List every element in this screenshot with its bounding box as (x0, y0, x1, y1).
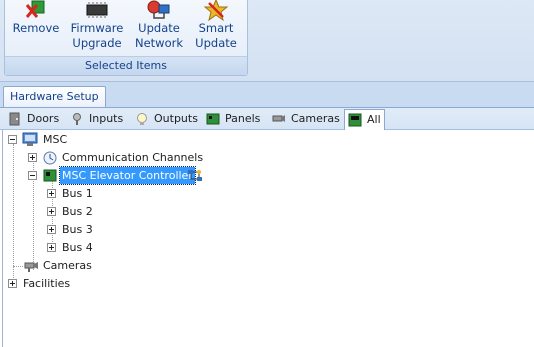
camera-icon (24, 262, 38, 272)
tab-panels[interactable]: Panels (206, 109, 260, 130)
expand-toggle[interactable] (47, 225, 56, 234)
expand-toggle[interactable] (8, 279, 17, 288)
network-icon (147, 0, 170, 19)
remove-icon (25, 0, 45, 18)
tree-connector (13, 266, 23, 267)
tab-outputs[interactable]: Outputs (135, 109, 198, 130)
update-network-button[interactable]: Update Network (133, 0, 185, 55)
expand-toggle[interactable] (47, 207, 56, 216)
tree-label-bus-2: Bus 2 (62, 205, 93, 218)
network-status-icon (188, 170, 202, 181)
tab-all[interactable]: All (344, 109, 385, 131)
panel-icon (206, 113, 220, 125)
document-tab-strip: Hardware Setup (0, 82, 534, 107)
all-icon (348, 113, 362, 127)
collapse-toggle[interactable] (28, 171, 37, 180)
expand-toggle[interactable] (47, 243, 56, 252)
remove-label: Remove (12, 21, 60, 35)
tree-label-bus-4: Bus 4 (62, 241, 93, 254)
category-tab-strip: Doors Inputs Outputs Panels Cameras All (0, 107, 534, 131)
input-icon (73, 113, 81, 125)
firmware-upgrade-label: Firmware Upgrade (70, 21, 124, 50)
tree-label-bus-1: Bus 1 (62, 187, 93, 200)
tab-outputs-label: Outputs (154, 112, 198, 125)
smart-update-label: Smart Update (195, 21, 237, 50)
bulb-icon (137, 113, 147, 125)
firmware-upgrade-button[interactable]: Firmware Upgrade (69, 0, 125, 55)
tab-cameras-label: Cameras (291, 112, 340, 125)
tab-doors-label: Doors (27, 112, 60, 125)
group-label: Selected Items (5, 56, 247, 75)
tab-cameras[interactable]: Cameras (272, 109, 340, 130)
tree-label-cameras: Cameras (43, 259, 92, 272)
smart-update-icon (203, 0, 229, 21)
expand-toggle[interactable] (47, 189, 56, 198)
ribbon: Remove Firmware Upgrade Update Network S… (0, 0, 534, 82)
tab-inputs-label: Inputs (89, 112, 124, 125)
channel-icon (43, 151, 57, 165)
tab-all-label: All (367, 113, 381, 126)
tree-label-bus-3: Bus 3 (62, 223, 93, 236)
tree-label-msc: MSC (43, 133, 68, 146)
hardware-tree[interactable]: MSC Communication Channels MSC Elevator … (2, 130, 534, 347)
expand-toggle[interactable] (28, 153, 37, 162)
tree-label-facilities: Facilities (23, 277, 71, 290)
update-network-label: Update Network (134, 21, 184, 50)
tab-panels-label: Panels (225, 112, 261, 125)
selected-items-group: Remove Firmware Upgrade Update Network S… (4, 0, 248, 76)
controller-icon (43, 169, 57, 182)
tree-label-controller: MSC Elevator Controller (59, 166, 196, 185)
remove-button[interactable]: Remove (11, 0, 61, 55)
tab-inputs[interactable]: Inputs (70, 109, 123, 130)
firmware-icon (86, 2, 108, 18)
tab-hardware-setup[interactable]: Hardware Setup (3, 86, 106, 107)
camera-icon (272, 115, 285, 122)
tab-doors[interactable]: Doors (8, 109, 59, 130)
smart-update-button[interactable]: Smart Update (193, 0, 239, 55)
door-icon (9, 112, 20, 126)
site-icon (22, 132, 38, 146)
collapse-toggle[interactable] (8, 135, 17, 144)
tree-label-communication-channels: Communication Channels (62, 151, 204, 164)
tree-connector (13, 144, 14, 284)
